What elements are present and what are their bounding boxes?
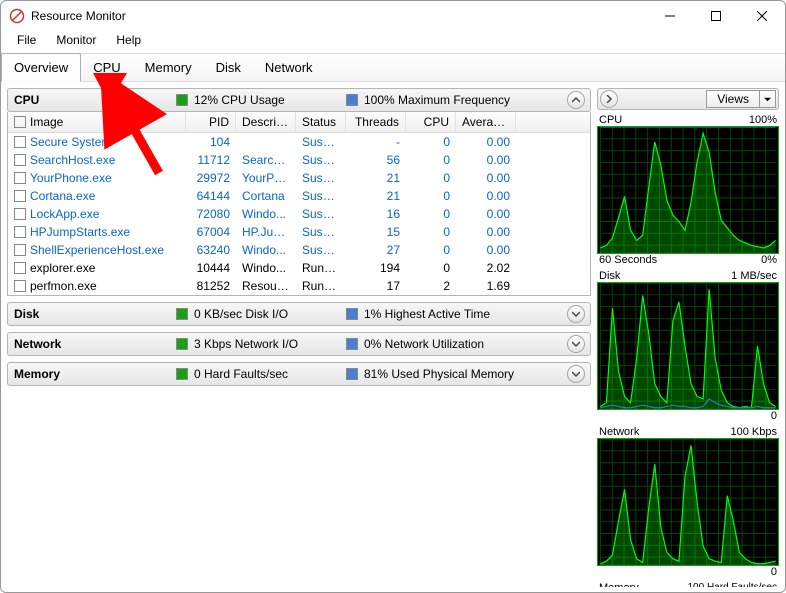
row-checkbox[interactable] [14, 172, 26, 184]
section-header-disk[interactable]: Disk 0 KB/sec Disk I/O 1% Highest Active… [7, 302, 591, 326]
row-checkbox[interactable] [14, 262, 26, 274]
expand-network-button[interactable] [567, 335, 585, 353]
row-checkbox[interactable] [14, 136, 26, 148]
cpu-table-header: Image PID Descrip... Status Threads CPU … [8, 112, 590, 133]
chart-cpu: CPU 100% 60 Seconds 0% [597, 114, 779, 266]
chart-disk: Disk 1 MB/sec 0 [597, 270, 779, 422]
chart-cpu-canvas [597, 126, 779, 254]
disk-io-swatch [176, 308, 188, 320]
close-button[interactable] [739, 1, 785, 31]
row-checkbox[interactable] [14, 226, 26, 238]
rightbar-header: Views [597, 88, 779, 110]
section-title-memory: Memory [8, 367, 176, 381]
chart-disk-foot-r: 0 [771, 410, 777, 422]
cpu-usage-swatch [176, 94, 188, 106]
col-cpu[interactable]: CPU [406, 112, 456, 132]
right-pane: Views CPU 100% 60 Seconds 0% Disk 1 MB/sec … [595, 82, 785, 587]
table-row[interactable]: HPJumpStarts.exe67004HP.Jum...Suspe...15… [8, 223, 590, 241]
network-io-text: 3 Kbps Network I/O [194, 337, 298, 351]
tab-overview[interactable]: Overview [1, 53, 81, 82]
expand-memory-button[interactable] [567, 365, 585, 383]
chart-disk-title: Disk [599, 270, 620, 282]
memory-faults-swatch [176, 368, 188, 380]
section-header-network[interactable]: Network 3 Kbps Network I/O 0% Network Ut… [7, 332, 591, 356]
chart-memory: Memory 100 Hard Faults/sec [597, 582, 779, 587]
chart-network-title: Network [599, 426, 639, 438]
network-util-text: 0% Network Utilization [364, 337, 484, 351]
chart-disk-canvas [597, 282, 779, 410]
views-button[interactable]: Views [706, 90, 760, 108]
table-row[interactable]: Cortana.exe64144CortanaSuspe...2100.00 [8, 187, 590, 205]
section-title-cpu: CPU [8, 93, 176, 107]
tab-memory[interactable]: Memory [133, 54, 204, 81]
table-row[interactable]: explorer.exe10444Windo...Runni...19402.0… [8, 259, 590, 277]
network-io-swatch [176, 338, 188, 350]
chart-network-foot-r: 0 [771, 566, 777, 578]
memory-used-swatch [346, 368, 358, 380]
section-title-disk: Disk [8, 307, 176, 321]
row-checkbox[interactable] [14, 154, 26, 166]
table-row[interactable]: Secure System104Suspe...-00.00 [8, 133, 590, 151]
app-icon [9, 8, 25, 24]
table-row[interactable]: perfmon.exe81252Resour...Runni...1721.69 [8, 277, 590, 295]
table-row[interactable]: YourPhone.exe29972YourPh...Suspe...2100.… [8, 169, 590, 187]
col-image[interactable]: Image [8, 112, 186, 132]
col-avg[interactable]: Averag... [456, 112, 516, 132]
views-dropdown[interactable] [760, 90, 776, 108]
memory-used-text: 81% Used Physical Memory [364, 367, 514, 381]
disk-active-swatch [346, 308, 358, 320]
menu-monitor[interactable]: Monitor [46, 31, 106, 53]
tab-cpu[interactable]: CPU [81, 54, 132, 81]
menu-help[interactable]: Help [106, 31, 151, 53]
chart-memory-max: 100 Hard Faults/sec [688, 582, 778, 587]
chart-network: Network 100 Kbps 0 [597, 426, 779, 578]
tab-disk[interactable]: Disk [204, 54, 253, 81]
cpu-freq-swatch [346, 94, 358, 106]
disk-active-text: 1% Highest Active Time [364, 307, 490, 321]
chart-network-canvas [597, 438, 779, 566]
section-header-cpu[interactable]: CPU 12% CPU Usage 100% Maximum Frequency [7, 88, 591, 112]
table-row[interactable]: SearchHost.exe11712Search...Suspe...5600… [8, 151, 590, 169]
window-title: Resource Monitor [31, 9, 647, 23]
left-pane: CPU 12% CPU Usage 100% Maximum Frequency… [1, 82, 595, 587]
table-row[interactable]: ShellExperienceHost.exe63240Windo...Susp… [8, 241, 590, 259]
chart-cpu-max: 100% [749, 114, 777, 126]
row-checkbox[interactable] [14, 244, 26, 256]
chart-cpu-title: CPU [599, 114, 622, 126]
tab-strip: Overview CPU Memory Disk Network [1, 53, 785, 82]
memory-faults-text: 0 Hard Faults/sec [194, 367, 288, 381]
cpu-freq-text: 100% Maximum Frequency [364, 93, 510, 107]
chart-cpu-foot-r: 0% [761, 254, 777, 266]
chart-disk-max: 1 MB/sec [731, 270, 777, 282]
chart-network-max: 100 Kbps [731, 426, 777, 438]
col-pid[interactable]: PID [186, 112, 236, 132]
collapse-cpu-button[interactable] [567, 91, 585, 109]
menu-file[interactable]: File [7, 31, 46, 53]
select-all-checkbox[interactable] [14, 116, 26, 128]
row-checkbox[interactable] [14, 190, 26, 202]
disk-io-text: 0 KB/sec Disk I/O [194, 307, 288, 321]
row-checkbox[interactable] [14, 208, 26, 220]
section-title-network: Network [8, 337, 176, 351]
titlebar: Resource Monitor [1, 1, 785, 31]
network-util-swatch [346, 338, 358, 350]
tab-network[interactable]: Network [253, 54, 325, 81]
expand-disk-button[interactable] [567, 305, 585, 323]
cpu-usage-text: 12% CPU Usage [194, 93, 285, 107]
chart-nav-button[interactable] [600, 90, 618, 108]
table-row[interactable]: LockApp.exe72080Windo...Suspe...1600.00 [8, 205, 590, 223]
cpu-table: Image PID Descrip... Status Threads CPU … [7, 112, 591, 296]
col-threads[interactable]: Threads [346, 112, 406, 132]
section-header-memory[interactable]: Memory 0 Hard Faults/sec 81% Used Physic… [7, 362, 591, 386]
chart-cpu-foot-l: 60 Seconds [599, 254, 657, 266]
col-status[interactable]: Status [296, 112, 346, 132]
menubar: File Monitor Help [1, 31, 785, 53]
chart-memory-title: Memory [599, 582, 639, 587]
col-descrip[interactable]: Descrip... [236, 112, 296, 132]
row-checkbox[interactable] [14, 280, 26, 292]
minimize-button[interactable] [647, 1, 693, 31]
maximize-button[interactable] [693, 1, 739, 31]
